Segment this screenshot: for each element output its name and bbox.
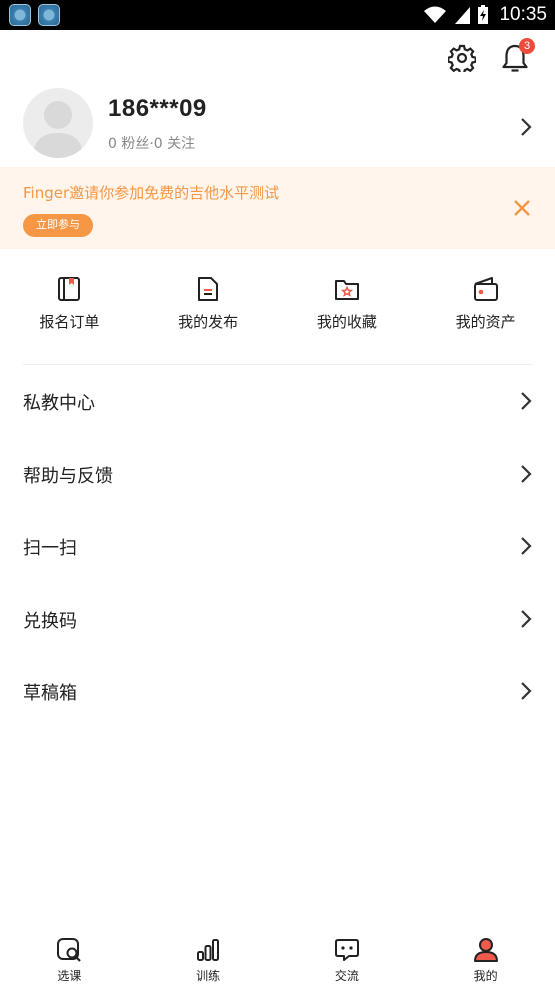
- nav-tab-training[interactable]: 训练: [139, 928, 278, 988]
- menu-item-label: 兑换码: [23, 610, 77, 632]
- menu-item-scan[interactable]: 扫一扫: [0, 510, 555, 583]
- avatar[interactable]: [23, 88, 93, 158]
- menu-item-label: 扫一扫: [23, 538, 77, 559]
- chevron-right-icon: [521, 464, 532, 483]
- nav-tab-community[interactable]: 交流: [278, 928, 417, 988]
- chevron-right-icon: [521, 682, 532, 700]
- menu-item-help-feedback[interactable]: 帮助与反馈: [0, 438, 555, 511]
- default-avatar-icon: [33, 101, 83, 158]
- quick-action-posts[interactable]: 我的发布: [139, 270, 278, 340]
- chevron-right-icon[interactable]: [518, 116, 534, 138]
- status-bar: 10:35: [0, 0, 555, 30]
- follow-stats[interactable]: 0 粉丝·0 关注: [108, 133, 195, 153]
- menu-item-label: 帮助与反馈: [23, 465, 113, 487]
- bottom-nav: 选课 训练 交流 我的: [0, 928, 555, 988]
- nav-label: 训练: [196, 969, 221, 983]
- nav-label: 选课: [57, 969, 82, 983]
- quick-actions: 报名订单 我的发布 我的收藏 我的资产: [0, 270, 555, 340]
- close-icon[interactable]: [512, 198, 532, 218]
- course-search-icon: [57, 938, 82, 962]
- username[interactable]: 186***09: [108, 95, 207, 123]
- chat-bubble-icon: [334, 939, 359, 961]
- document-icon: [198, 277, 219, 301]
- app-notification-icon: [38, 4, 60, 26]
- quick-action-label: 我的收藏: [316, 313, 377, 331]
- banner-text: Finger邀请你参加免费的吉他水平测试: [23, 184, 280, 202]
- nav-tab-me[interactable]: 我的: [416, 928, 555, 988]
- settings-gear-icon[interactable]: [448, 44, 476, 72]
- bar-chart-icon: [197, 939, 220, 961]
- quick-action-favorites[interactable]: 我的收藏: [278, 270, 417, 340]
- quick-action-label: 我的资产: [455, 313, 516, 331]
- chevron-right-icon: [521, 392, 532, 410]
- quick-action-label: 我的发布: [178, 313, 239, 331]
- nav-label: 我的: [473, 969, 498, 983]
- menu-item-private-coach-center[interactable]: 私教中心: [0, 365, 555, 438]
- nav-tab-courses[interactable]: 选课: [0, 928, 139, 988]
- chevron-right-icon: [521, 609, 532, 628]
- chevron-right-icon: [521, 537, 532, 555]
- battery-icon: [478, 5, 489, 24]
- favorites-folder-icon: [334, 280, 359, 300]
- quick-action-orders[interactable]: 报名订单: [0, 270, 139, 340]
- promo-banner: Finger邀请你参加免费的吉他水平测试 立即参与: [0, 167, 555, 249]
- menu-item-drafts[interactable]: 草稿箱: [0, 655, 555, 728]
- menu-list: 私教中心 帮助与反馈 扫一扫 兑换码 草稿箱: [0, 365, 555, 728]
- signal-icon: [455, 7, 471, 24]
- app-notification-icon: [9, 4, 31, 26]
- notification-badge: 3: [519, 38, 535, 54]
- quick-action-label: 报名订单: [39, 313, 100, 331]
- menu-item-redeem-code[interactable]: 兑换码: [0, 583, 555, 656]
- order-book-icon: [58, 277, 81, 301]
- menu-item-label: 私教中心: [23, 393, 95, 414]
- wifi-icon: [424, 6, 447, 23]
- join-now-button[interactable]: 立即参与: [23, 214, 93, 237]
- status-time: 10:35: [499, 4, 547, 25]
- nav-label: 交流: [334, 969, 359, 983]
- user-icon: [473, 938, 498, 962]
- menu-item-label: 草稿箱: [23, 683, 77, 704]
- quick-action-assets[interactable]: 我的资产: [416, 270, 555, 340]
- wallet-icon: [473, 277, 498, 301]
